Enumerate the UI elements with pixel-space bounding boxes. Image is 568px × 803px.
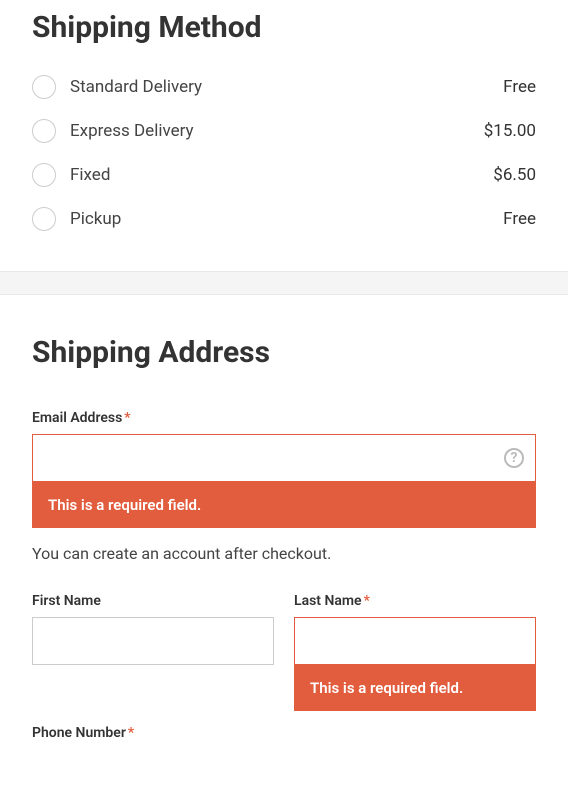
radio-express[interactable] <box>32 119 56 143</box>
shipping-option-price: $15.00 <box>484 121 536 141</box>
section-divider <box>0 271 568 295</box>
radio-pickup[interactable] <box>32 207 56 231</box>
last-name-label: Last Name* <box>294 593 536 609</box>
shipping-address-section: Shipping Address Email Address* ? This i… <box>0 295 568 775</box>
required-mark: * <box>124 410 130 426</box>
name-row: First Name Last Name* This is a required… <box>32 593 536 725</box>
last-name-field-wrap: Last Name* This is a required field. <box>294 593 536 711</box>
shipping-option-fixed[interactable]: Fixed $6.50 <box>32 153 536 197</box>
radio-standard[interactable] <box>32 75 56 99</box>
first-name-input[interactable] <box>32 617 274 665</box>
first-name-label-text: First Name <box>32 593 101 609</box>
last-name-error: This is a required field. <box>294 665 536 711</box>
account-helper-text: You can create an account after checkout… <box>32 544 536 563</box>
phone-field-wrap: Phone Number* <box>32 725 536 741</box>
shipping-option-standard[interactable]: Standard Delivery Free <box>32 65 536 109</box>
shipping-option-label: Fixed <box>70 165 479 185</box>
shipping-method-title: Shipping Method <box>32 10 536 45</box>
shipping-option-price: Free <box>503 77 536 97</box>
phone-label-text: Phone Number <box>32 725 126 741</box>
shipping-method-section: Shipping Method Standard Delivery Free E… <box>0 0 568 271</box>
required-mark: * <box>128 725 134 741</box>
required-mark: * <box>364 593 370 609</box>
email-label: Email Address* <box>32 410 536 426</box>
email-error: This is a required field. <box>32 482 536 528</box>
shipping-option-pickup[interactable]: Pickup Free <box>32 197 536 241</box>
email-field-wrap: Email Address* ? This is a required fiel… <box>32 410 536 528</box>
shipping-option-label: Express Delivery <box>70 121 470 141</box>
email-input-wrap: ? <box>32 434 536 482</box>
shipping-option-price: $6.50 <box>493 165 536 185</box>
last-name-input[interactable] <box>294 617 536 665</box>
shipping-option-label: Standard Delivery <box>70 77 489 97</box>
radio-fixed[interactable] <box>32 163 56 187</box>
email-input[interactable] <box>32 434 536 482</box>
shipping-option-label: Pickup <box>70 209 489 229</box>
first-name-label: First Name <box>32 593 274 609</box>
shipping-option-price: Free <box>503 209 536 229</box>
shipping-address-title: Shipping Address <box>32 335 536 370</box>
email-label-text: Email Address <box>32 410 122 426</box>
last-name-label-text: Last Name <box>294 593 362 609</box>
first-name-field-wrap: First Name <box>32 593 274 711</box>
shipping-option-express[interactable]: Express Delivery $15.00 <box>32 109 536 153</box>
help-icon[interactable]: ? <box>504 448 524 468</box>
phone-label: Phone Number* <box>32 725 536 741</box>
